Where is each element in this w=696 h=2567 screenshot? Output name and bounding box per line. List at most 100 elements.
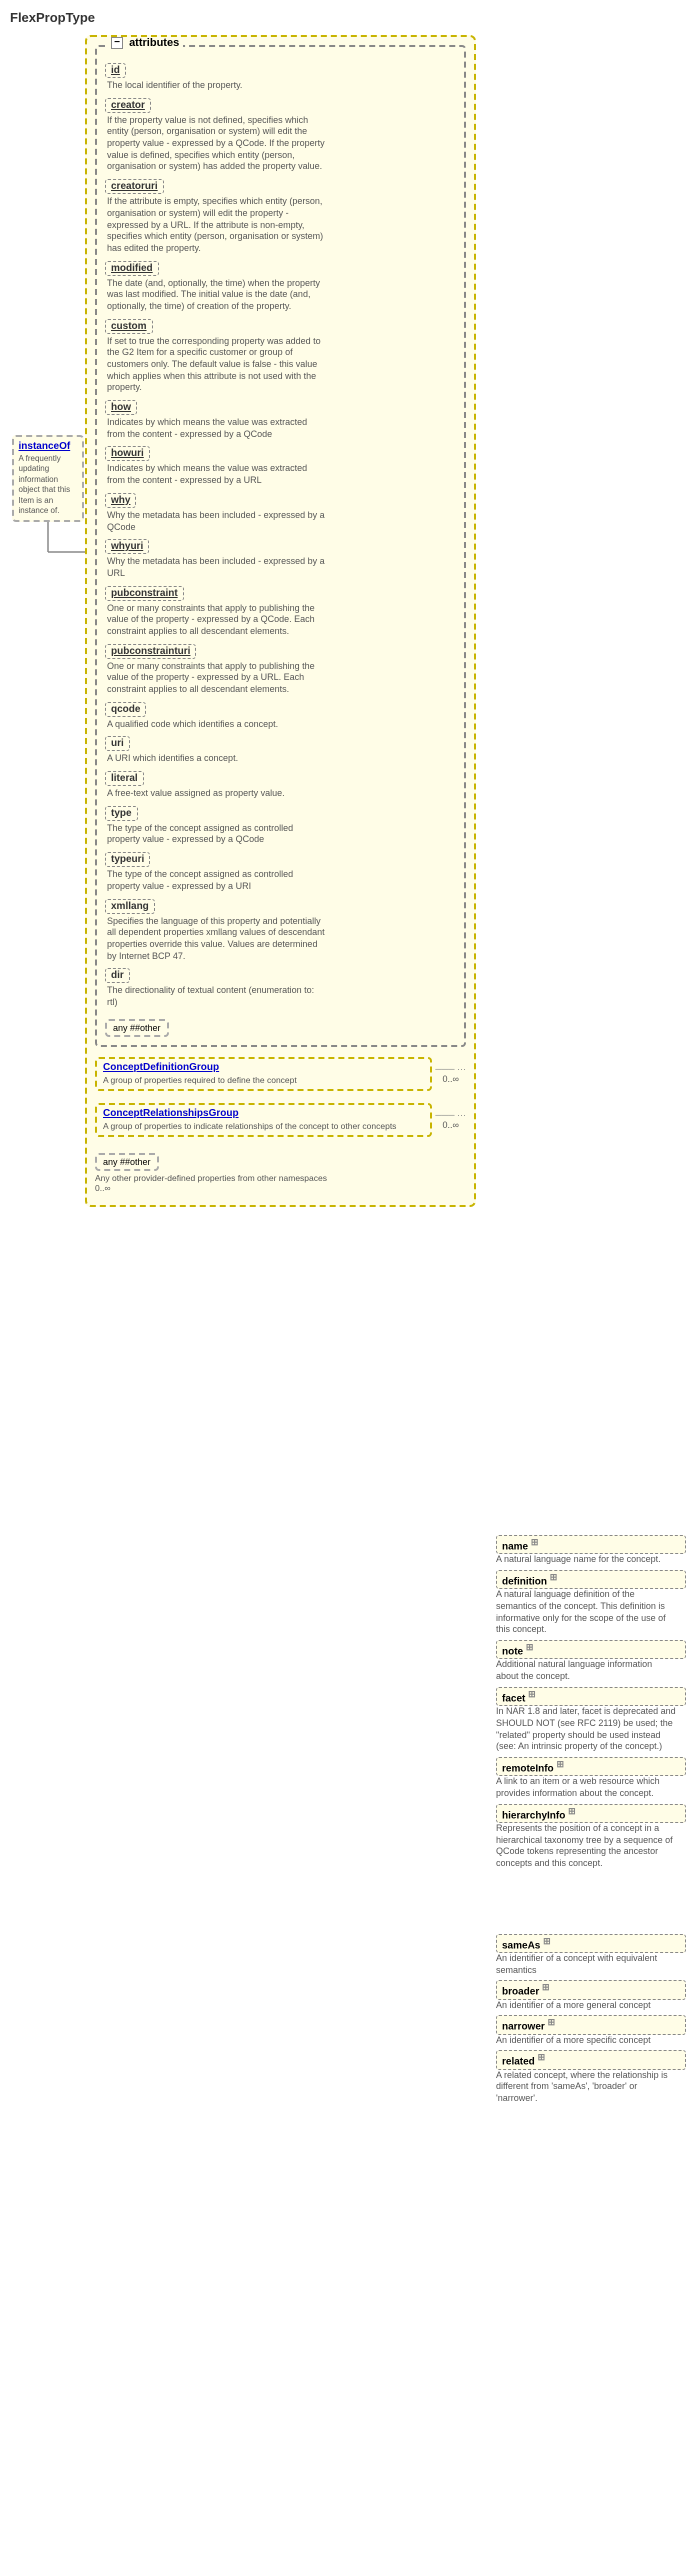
cdg-multiplicity: ─── ··· (435, 1064, 466, 1074)
instance-of-box: instanceOf A frequently updating informa… (12, 435, 84, 522)
right-broader-desc: An identifier of a more general concept (496, 2000, 676, 2012)
attr-name-howuri: howuri (105, 446, 150, 461)
concept-definition-group-box: ConceptDefinitionGroup A group of proper… (95, 1057, 432, 1091)
attr-name-custom: custom (105, 319, 153, 334)
crg-mult-label: 0..∞ (442, 1120, 458, 1130)
cdg-label: ConceptDefinitionGroup (103, 1062, 424, 1073)
right-sameas-desc: An identifier of a concept with equivale… (496, 1953, 676, 1976)
right-name-box: name ⊞ (496, 1535, 686, 1554)
left-panel: instanceOf A frequently updating informa… (10, 35, 85, 2109)
attr-pubconstrainturi: pubconstrainturi One or many constraints… (105, 644, 456, 696)
crg-row-inner: ConceptRelationshipsGroup A group of pro… (95, 1103, 466, 1137)
right-related-box: related ⊞ (496, 2050, 686, 2069)
attr-desc-modified: The date (and, optionally, the time) whe… (105, 278, 325, 313)
right-item-note: note ⊞ Additional natural language infor… (496, 1640, 686, 1683)
cdg-mult-connector: ─── ··· 0..∞ (435, 1064, 466, 1084)
attr-name-qcode: qcode (105, 702, 146, 717)
center-panel: − attributes id The local identifier of … (85, 35, 486, 2109)
cdg-row: ConceptDefinitionGroup A group of proper… (95, 1057, 466, 1193)
cdg-row-inner: ConceptDefinitionGroup A group of proper… (95, 1057, 466, 1091)
cdg-desc: A group of properties required to define… (103, 1075, 424, 1086)
diagram-layout: instanceOf A frequently updating informa… (10, 35, 686, 2109)
attr-desc-type: The type of the concept assigned as cont… (105, 823, 325, 846)
attr-desc-creatoruri: If the attribute is empty, specifies whi… (105, 196, 325, 254)
instance-of-label: instanceOf (19, 441, 77, 452)
attr-name-id: id (105, 63, 126, 78)
right-remoteinfo-box: remoteInfo ⊞ (496, 1757, 686, 1776)
attr-desc-typeuri: The type of the concept assigned as cont… (105, 869, 325, 892)
any-other-bottom-desc: Any other provider-defined properties fr… (95, 1173, 466, 1183)
crg-mult-connector: ─── ··· 0..∞ (435, 1110, 466, 1130)
right-remoteinfo-desc: A link to an item or a web resource whic… (496, 1776, 676, 1799)
attr-desc-howuri: Indicates by which means the value was e… (105, 463, 325, 486)
attr-desc-literal: A free-text value assigned as property v… (105, 788, 325, 800)
attr-name-uri: uri (105, 736, 130, 751)
right-item-hierarchyinfo: hierarchyInfo ⊞ Represents the position … (496, 1804, 686, 1870)
attr-creator: creator If the property value is not def… (105, 98, 456, 173)
attr-name-whyuri: whyuri (105, 539, 149, 554)
attr-creatoruri: creatoruri If the attribute is empty, sp… (105, 179, 456, 254)
crg-label: ConceptRelationshipsGroup (103, 1108, 424, 1119)
attr-name-dir: dir (105, 968, 130, 983)
right-facet-desc: In NAR 1.8 and later, facet is deprecate… (496, 1706, 676, 1753)
attr-literal: literal A free-text value assigned as pr… (105, 771, 456, 800)
any-other-attrs: any ##other (105, 1015, 456, 1037)
right-note-desc: Additional natural language information … (496, 1659, 676, 1682)
attr-pubconstraint: pubconstraint One or many constraints th… (105, 586, 456, 638)
attr-desc-creator: If the property value is not defined, sp… (105, 115, 325, 173)
right-broader-box: broader ⊞ (496, 1980, 686, 1999)
attr-desc-why: Why the metadata has been included - exp… (105, 510, 325, 533)
right-hierarchyinfo-desc: Represents the position of a concept in … (496, 1823, 676, 1870)
attr-name-modified: modified (105, 261, 159, 276)
attr-id: id The local identifier of the property. (105, 63, 456, 92)
concept-relationships-group-box: ConceptRelationshipsGroup A group of pro… (95, 1103, 432, 1137)
any-other-bottom-mult: 0..∞ (95, 1183, 466, 1193)
attributes-section: − attributes id The local identifier of … (95, 45, 466, 1047)
right-item-remoteinfo: remoteInfo ⊞ A link to an item or a web … (496, 1757, 686, 1800)
attr-whyuri: whyuri Why the metadata has been include… (105, 539, 456, 579)
attr-desc-pubconstraint: One or many constraints that apply to pu… (105, 603, 325, 638)
right-hierarchyinfo-box: hierarchyInfo ⊞ (496, 1804, 686, 1823)
attr-uri: uri A URI which identifies a concept. (105, 736, 456, 765)
attr-name-why: why (105, 493, 136, 508)
main-container: FlexPropType instanceOf A frequently upd… (0, 0, 696, 2119)
attr-desc-xmllang: Specifies the language of this property … (105, 916, 325, 963)
any-other-bottom-box: any ##other (95, 1153, 159, 1171)
any-other-attrs-box: any ##other (105, 1019, 169, 1037)
attr-name-pubconstrainturi: pubconstrainturi (105, 644, 196, 659)
right-definition-box: definition ⊞ (496, 1570, 686, 1589)
page-title: FlexPropType (10, 10, 686, 25)
attr-name-xmllang: xmllang (105, 899, 155, 914)
right-narrower-box: narrower ⊞ (496, 2015, 686, 2034)
right-item-broader: broader ⊞ An identifier of a more genera… (496, 1980, 686, 2011)
right-item-sameas: sameAs ⊞ An identifier of a concept with… (496, 1934, 686, 1977)
attr-name-type: type (105, 806, 138, 821)
right-name-desc: A natural language name for the concept. (496, 1554, 676, 1566)
attr-type: type The type of the concept assigned as… (105, 806, 456, 846)
right-note-box: note ⊞ (496, 1640, 686, 1659)
right-facet-box: facet ⊞ (496, 1687, 686, 1706)
cdg-left-col: ConceptDefinitionGroup A group of proper… (95, 1057, 466, 1193)
attr-desc-dir: The directionality of textual content (e… (105, 985, 325, 1008)
attr-xmllang: xmllang Specifies the language of this p… (105, 899, 456, 963)
attr-desc-custom: If set to true the corresponding propert… (105, 336, 325, 394)
right-narrower-desc: An identifier of a more specific concept (496, 2035, 676, 2047)
crg-multiplicity: ─── ··· (435, 1110, 466, 1120)
collapse-icon[interactable]: − (111, 37, 123, 49)
cdg-connector-row: ConceptDefinitionGroup A group of proper… (95, 1057, 466, 1193)
cdg-mult-label: 0..∞ (442, 1074, 458, 1084)
right-definition-desc: A natural language definition of the sem… (496, 1589, 676, 1636)
attr-desc-pubconstrainturi: One or many constraints that apply to pu… (105, 661, 325, 696)
attr-dir: dir The directionality of textual conten… (105, 968, 456, 1008)
attr-typeuri: typeuri The type of the concept assigned… (105, 852, 456, 892)
right-item-name: name ⊞ A natural language name for the c… (496, 1535, 686, 1566)
right-sameas-box: sameAs ⊞ (496, 1934, 686, 1953)
right-panel: name ⊞ A natural language name for the c… (486, 35, 686, 2109)
outer-box: − attributes id The local identifier of … (85, 35, 476, 1207)
attr-desc-id: The local identifier of the property. (105, 80, 325, 92)
attr-name-how: how (105, 400, 137, 415)
attr-desc-uri: A URI which identifies a concept. (105, 753, 325, 765)
instance-of-desc: A frequently updating information object… (19, 454, 77, 516)
attr-name-creatoruri: creatoruri (105, 179, 164, 194)
right-item-narrower: narrower ⊞ An identifier of a more speci… (496, 2015, 686, 2046)
